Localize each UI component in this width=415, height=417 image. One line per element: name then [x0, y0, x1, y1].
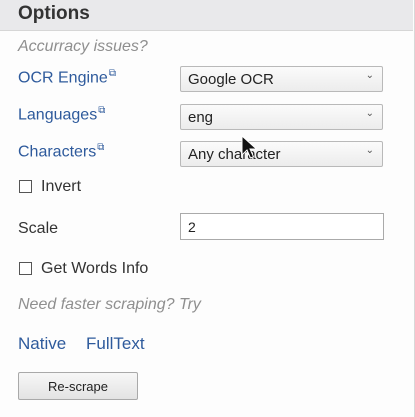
scale-input[interactable]: [180, 213, 384, 240]
characters-select[interactable]: Any character ⌄: [180, 141, 383, 167]
chevron-down-icon: ⌄: [365, 145, 374, 156]
languages-link[interactable]: Languages⧉: [18, 105, 105, 124]
chevron-down-icon: ⌄: [365, 108, 374, 119]
chevron-down-icon: ⌄: [365, 70, 374, 81]
faster-scraping-hint: Need faster scraping? Try: [18, 296, 201, 313]
external-link-icon: ⧉: [108, 68, 116, 79]
external-link-icon: ⧉: [98, 105, 106, 116]
ocr-engine-link[interactable]: OCR Engine⧉: [18, 68, 116, 87]
external-link-icon: ⧉: [97, 142, 105, 153]
rescrape-button[interactable]: Re-scrape: [18, 372, 138, 400]
native-link[interactable]: Native: [18, 334, 66, 354]
characters-label: Characters: [18, 143, 97, 161]
invert-checkbox[interactable]: [19, 180, 32, 193]
characters-value: Any character: [188, 146, 281, 163]
accuracy-hint: Accurracy issues?: [18, 38, 148, 55]
options-title: Options: [18, 3, 90, 24]
fulltext-link[interactable]: FullText: [86, 334, 145, 354]
ocr-engine-value: Google OCR: [188, 71, 274, 88]
options-panel: Options Accurracy issues? OCR Engine⧉ Go…: [0, 0, 415, 417]
languages-select[interactable]: eng ⌄: [180, 104, 383, 130]
options-header: Options: [0, 0, 413, 31]
scale-label: Scale: [18, 220, 59, 237]
ocr-engine-select[interactable]: Google OCR ⌄: [180, 66, 383, 92]
languages-label: Languages: [18, 106, 98, 124]
get-words-info-label: Get Words Info: [41, 260, 149, 277]
get-words-info-checkbox[interactable]: [19, 262, 32, 275]
languages-value: eng: [188, 109, 214, 126]
characters-link[interactable]: Characters⧉: [18, 142, 104, 161]
invert-label: Invert: [41, 178, 82, 195]
ocr-engine-label: OCR Engine: [18, 69, 108, 87]
